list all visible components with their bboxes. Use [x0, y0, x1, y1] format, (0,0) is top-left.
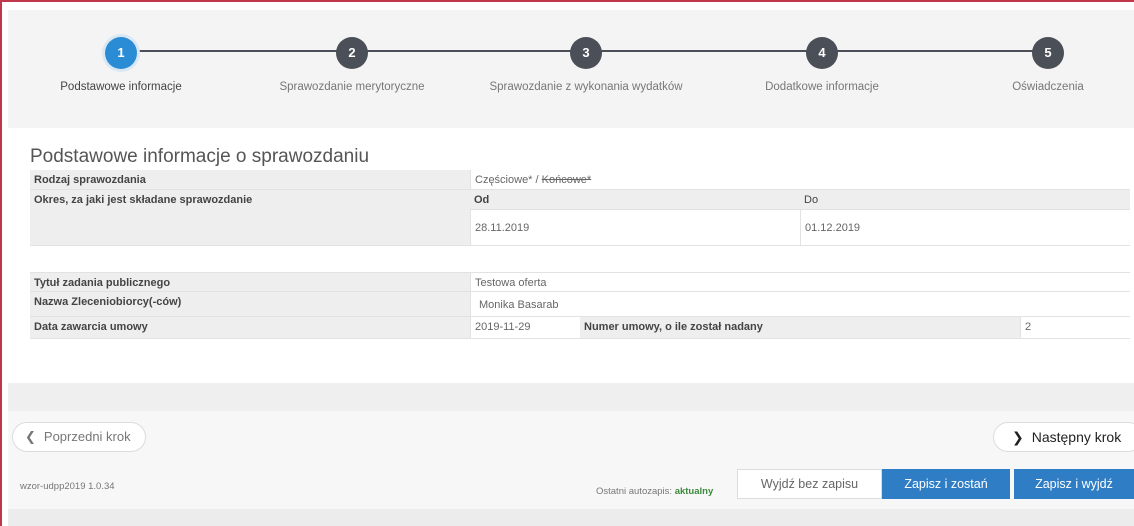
- footer: ❮ Poprzedni krok ❯ Następny krok wzor-ud…: [8, 411, 1134, 526]
- previous-step-button[interactable]: ❮ Poprzedni krok: [12, 422, 146, 452]
- wizard-stepper: 1 Podstawowe informacje 2 Sprawozdanie m…: [8, 10, 1134, 128]
- chevron-left-icon: ❮: [25, 429, 36, 444]
- report-form: Podstawowe informacje o sprawozdaniu Rod…: [8, 128, 1134, 383]
- contract-date-value[interactable]: 2019-11-29: [470, 317, 580, 338]
- save-and-exit-button[interactable]: Zapisz i wyjdź: [1014, 469, 1134, 499]
- autosave-label: Ostatni autozapis:: [596, 486, 673, 497]
- chevron-right-icon: ❯: [1012, 429, 1024, 445]
- period-from-label: Od: [470, 190, 800, 209]
- report-type-value[interactable]: Częściowe* / Końcowe*: [470, 170, 1130, 189]
- report-type-final: Końcowe*: [541, 174, 592, 186]
- exit-without-saving-button[interactable]: Wyjdź bez zapisu: [737, 469, 882, 499]
- contract-date-label: Data zawarcia umowy: [30, 317, 470, 338]
- table-row: Nazwa Zleceniobiorcy(-ców) Monika Basara…: [30, 292, 1130, 317]
- period-from-value[interactable]: 28.11.2019: [470, 210, 800, 245]
- footer-bottom-bar: [8, 509, 1134, 526]
- step-5-label: Oświadczenia: [1012, 81, 1084, 93]
- table-row: Okres, za jaki jest składane sprawozdani…: [30, 190, 1130, 246]
- step-3-label: Sprawozdanie z wykonania wydatków: [489, 81, 683, 93]
- autosave-value: aktualny: [674, 486, 714, 497]
- autosave-status: Ostatni autozapis: aktualny: [596, 486, 713, 497]
- contractor-name-value[interactable]: Monika Basarab: [470, 292, 1130, 316]
- step-2-label: Sprawozdanie merytoryczne: [279, 81, 425, 93]
- period-to-label: Do: [800, 190, 1130, 209]
- contractor-name-label: Nazwa Zleceniobiorcy(-ców): [30, 292, 470, 316]
- step-1-number: 1: [105, 37, 137, 69]
- previous-step-label: Poprzedni krok: [43, 429, 131, 444]
- step-5-number: 5: [1032, 37, 1064, 69]
- footer-separator: [8, 383, 1134, 411]
- table-row: Rodzaj sprawozdania Częściowe* / Końcowe…: [30, 170, 1130, 190]
- next-step-label: Następny krok: [1031, 429, 1122, 445]
- frame-border-left: [0, 0, 2, 526]
- task-title-value[interactable]: Testowa oferta: [470, 273, 1130, 291]
- task-title-label: Tytuł zadania publicznego: [30, 273, 470, 291]
- save-and-stay-button[interactable]: Zapisz i zostań: [882, 469, 1010, 499]
- table-row: Data zawarcia umowy 2019-11-29 Numer umo…: [30, 317, 1130, 339]
- step-2-number: 2: [336, 37, 368, 69]
- step-4-label: Dodatkowe informacje: [765, 81, 879, 93]
- next-step-button[interactable]: ❯ Następny krok: [993, 422, 1134, 452]
- table-row: Tytuł zadania publicznego Testowa oferta: [30, 272, 1130, 292]
- report-type-separator: /: [532, 174, 542, 186]
- page-title: Podstawowe informacje o sprawozdaniu: [30, 146, 370, 167]
- report-type-label: Rodzaj sprawozdania: [30, 170, 470, 189]
- step-3-number: 3: [570, 37, 602, 69]
- version-label: wzor-udpp2019 1.0.34: [20, 481, 115, 492]
- frame-border-top: [0, 0, 1134, 2]
- period-to-value[interactable]: 01.12.2019: [800, 210, 1130, 245]
- step-1-label: Podstawowe informacje: [60, 81, 182, 93]
- table-row: 28.11.2019 01.12.2019: [30, 210, 1130, 246]
- report-type-partial: Częściowe*: [475, 174, 533, 186]
- step-4-number: 4: [806, 37, 838, 69]
- contract-number-value[interactable]: 2: [1020, 317, 1130, 338]
- contract-number-label: Numer umowy, o ile został nadany: [580, 317, 1020, 338]
